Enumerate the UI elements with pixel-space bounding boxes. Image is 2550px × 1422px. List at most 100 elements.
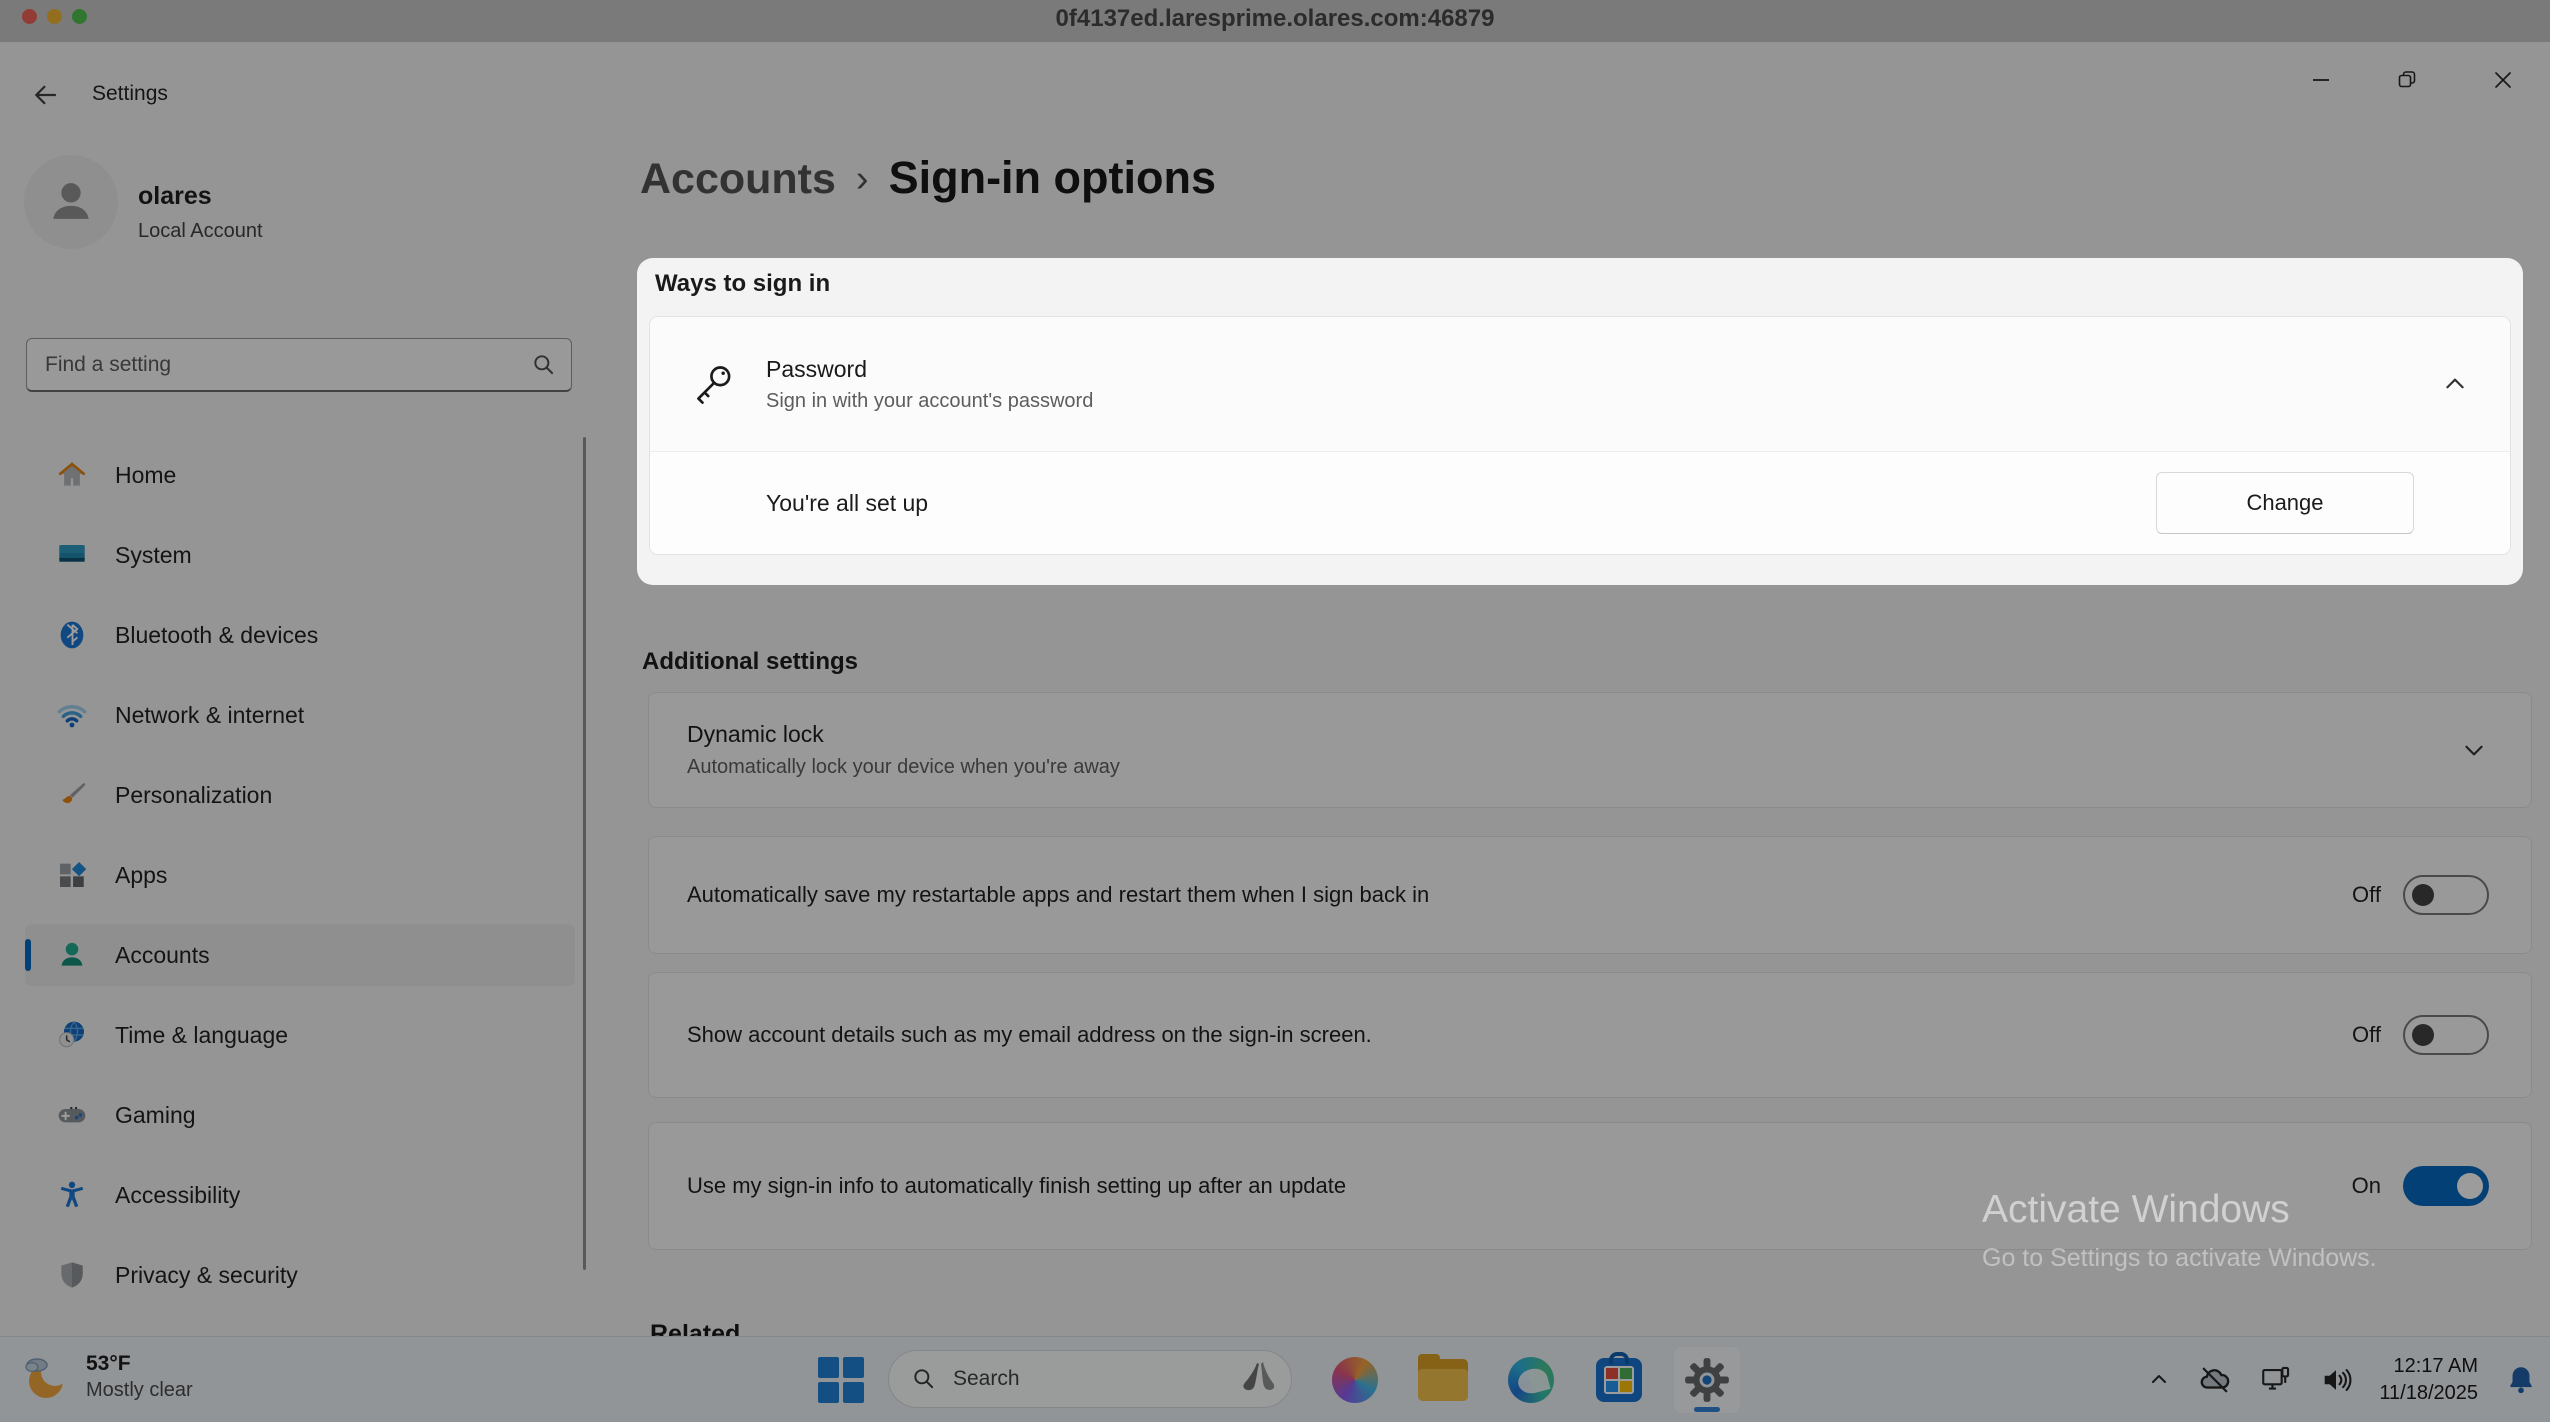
dynamic-lock-title: Dynamic lock bbox=[687, 721, 1120, 748]
active-accent-bar bbox=[25, 939, 31, 971]
store-icon bbox=[1596, 1358, 1642, 1402]
dynamic-lock-row[interactable]: Dynamic lock Automatically lock your dev… bbox=[648, 692, 2532, 808]
accounts-icon bbox=[55, 938, 89, 972]
sidebar-item-accessibility[interactable]: Accessibility bbox=[25, 1164, 575, 1226]
system-icon bbox=[55, 538, 89, 572]
window-title: Settings bbox=[92, 82, 168, 106]
search-highlight-icon bbox=[1235, 1355, 1283, 1403]
remote-url: 0f4137ed.laresprime.olares.com:46879 bbox=[0, 0, 2550, 42]
copilot-icon bbox=[1332, 1357, 1378, 1403]
sidebar-scrollbar[interactable] bbox=[583, 437, 586, 1270]
signin-info-label: Use my sign-in info to automatically fin… bbox=[687, 1173, 1346, 1199]
sidebar-item-time-language[interactable]: Time & language bbox=[25, 1004, 575, 1066]
page-title: Sign-in options bbox=[889, 152, 1216, 204]
taskbar: 53°F Mostly clear Search bbox=[0, 1336, 2550, 1422]
activate-windows-watermark: Activate Windows bbox=[1982, 1188, 2290, 1232]
password-subtitle: Sign in with your account's password bbox=[766, 390, 1093, 413]
search-icon bbox=[531, 352, 557, 378]
sidebar-item-network[interactable]: Network & internet bbox=[25, 684, 575, 746]
password-row[interactable]: Password Sign in with your account's pas… bbox=[650, 317, 2510, 451]
back-button[interactable] bbox=[28, 80, 62, 110]
sidebar-item-bluetooth[interactable]: Bluetooth & devices bbox=[25, 604, 575, 666]
search-icon bbox=[911, 1366, 937, 1392]
show-account-details-label: Show account details such as my email ad… bbox=[687, 1022, 1372, 1048]
account-name: olares bbox=[138, 182, 212, 211]
toggle-state-label: On bbox=[2352, 1173, 2381, 1199]
signin-info-toggle[interactable] bbox=[2403, 1166, 2489, 1206]
screen: 0f4137ed.laresprime.olares.com:46879 Set… bbox=[0, 0, 2550, 1422]
tray-date: 11/18/2025 bbox=[2379, 1380, 2478, 1407]
breadcrumb-chevron-icon: › bbox=[856, 158, 869, 201]
avatar bbox=[24, 155, 118, 249]
restartable-apps-row: Automatically save my restartable apps a… bbox=[648, 836, 2532, 954]
show-account-details-row: Show account details such as my email ad… bbox=[648, 972, 2532, 1098]
gaming-icon bbox=[55, 1098, 89, 1132]
edge-icon bbox=[1508, 1357, 1554, 1403]
network-display-icon[interactable] bbox=[2259, 1363, 2293, 1397]
store-app[interactable] bbox=[1586, 1347, 1652, 1413]
onedrive-offline-icon[interactable] bbox=[2197, 1362, 2233, 1398]
file-explorer-app[interactable] bbox=[1410, 1347, 1476, 1413]
settings-app[interactable] bbox=[1674, 1347, 1740, 1413]
apps-icon bbox=[55, 858, 89, 892]
person-icon bbox=[42, 173, 100, 231]
volume-icon[interactable] bbox=[2319, 1363, 2353, 1397]
chevron-up-icon[interactable] bbox=[2442, 371, 2468, 397]
toggle-state-label: Off bbox=[2352, 1022, 2381, 1048]
restore-button[interactable] bbox=[2378, 60, 2436, 100]
chevron-down-icon[interactable] bbox=[2461, 737, 2487, 763]
find-setting-searchbox[interactable] bbox=[26, 338, 572, 392]
privacy-icon bbox=[55, 1258, 89, 1292]
ways-to-sign-in-header: Ways to sign in bbox=[655, 270, 2509, 298]
tray-clock[interactable]: 12:17 AM 11/18/2025 bbox=[2379, 1353, 2478, 1407]
accessibility-icon bbox=[55, 1178, 89, 1212]
copilot-app[interactable] bbox=[1322, 1347, 1388, 1413]
weather-moon-cloud-icon bbox=[16, 1348, 74, 1406]
breadcrumb: Accounts › Sign-in options bbox=[640, 152, 1216, 204]
bluetooth-icon bbox=[55, 618, 89, 652]
password-status: You're all set up bbox=[766, 490, 928, 517]
password-detail-row: You're all set up Change bbox=[650, 452, 2510, 554]
weather-widget[interactable]: 53°F Mostly clear bbox=[16, 1348, 193, 1406]
toggle-knob bbox=[2457, 1173, 2483, 1199]
system-tray: 12:17 AM 11/18/2025 bbox=[2147, 1337, 2538, 1422]
start-button[interactable] bbox=[818, 1357, 864, 1403]
taskbar-apps bbox=[1322, 1346, 1740, 1413]
settings-window: Settings olares Local Account Home bbox=[0, 42, 2550, 1337]
sidebar-item-privacy[interactable]: Privacy & security bbox=[25, 1244, 575, 1306]
toggle-state-label: Off bbox=[2352, 882, 2381, 908]
account-type: Local Account bbox=[138, 220, 263, 243]
toggle-knob bbox=[2412, 1024, 2434, 1046]
sidebar-item-personalization[interactable]: Personalization bbox=[25, 764, 575, 826]
minimize-button[interactable] bbox=[2292, 60, 2350, 100]
time-language-icon bbox=[55, 1018, 89, 1052]
weather-condition: Mostly clear bbox=[86, 1379, 193, 1402]
ways-to-sign-in-section: Ways to sign in Password Sign in with yo… bbox=[637, 258, 2523, 585]
close-button[interactable] bbox=[2474, 60, 2532, 100]
password-expander: Password Sign in with your account's pas… bbox=[649, 316, 2511, 555]
sidebar-item-gaming[interactable]: Gaming bbox=[25, 1084, 575, 1146]
sidebar-item-system[interactable]: System bbox=[25, 524, 575, 586]
home-icon bbox=[55, 458, 89, 492]
password-title: Password bbox=[766, 356, 1093, 383]
edge-app[interactable] bbox=[1498, 1347, 1564, 1413]
activate-windows-subtext: Go to Settings to activate Windows. bbox=[1982, 1244, 2377, 1273]
show-account-details-toggle[interactable] bbox=[2403, 1015, 2489, 1055]
active-app-indicator bbox=[1694, 1407, 1720, 1412]
search-input[interactable] bbox=[43, 339, 527, 391]
additional-settings-header: Additional settings bbox=[642, 648, 858, 676]
change-password-button[interactable]: Change bbox=[2156, 472, 2414, 534]
settings-gear-icon bbox=[1684, 1357, 1730, 1403]
restartable-apps-label: Automatically save my restartable apps a… bbox=[687, 882, 1429, 908]
file-explorer-icon bbox=[1418, 1359, 1468, 1401]
breadcrumb-accounts[interactable]: Accounts bbox=[640, 155, 836, 204]
weather-temp: 53°F bbox=[86, 1352, 193, 1376]
notification-bell-icon[interactable] bbox=[2504, 1363, 2538, 1397]
sidebar-item-accounts[interactable]: Accounts bbox=[25, 924, 575, 986]
tray-time: 12:17 AM bbox=[2379, 1353, 2478, 1380]
sidebar-item-apps[interactable]: Apps bbox=[25, 844, 575, 906]
tray-chevron-up-icon[interactable] bbox=[2147, 1368, 2171, 1392]
restartable-apps-toggle[interactable] bbox=[2403, 875, 2489, 915]
sidebar-item-home[interactable]: Home bbox=[25, 444, 575, 506]
taskbar-search[interactable]: Search bbox=[888, 1350, 1292, 1408]
